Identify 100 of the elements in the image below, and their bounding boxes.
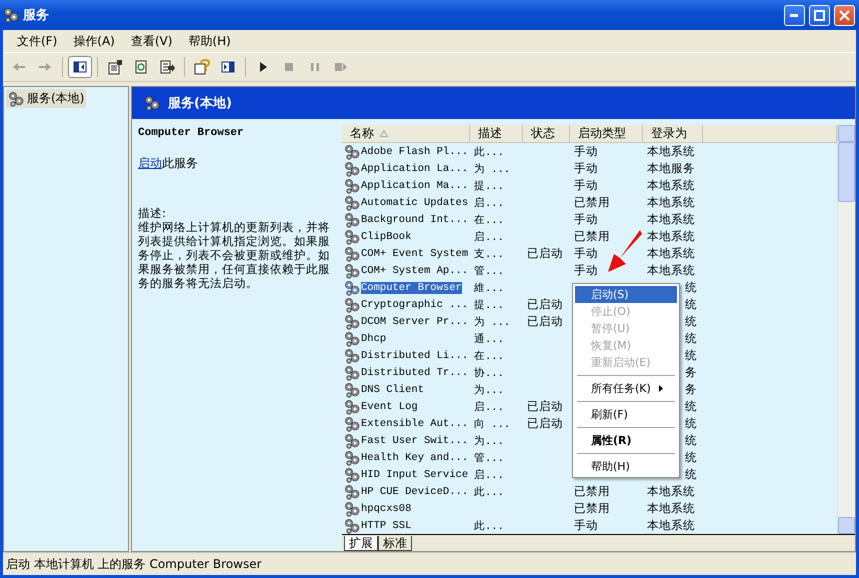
service-title: Computer Browser (138, 127, 245, 139)
service-name[interactable]: HP CUE DeviceD... (361, 486, 468, 498)
status-text: 启动 本地计算机 上的服务 Computer Browser (6, 556, 262, 572)
service-name[interactable]: ClipBook (361, 230, 412, 242)
table-cell-text: 为... (473, 434, 505, 448)
table-cell-text: 本地系统 (646, 195, 696, 210)
table-cell-text: 本地系统 (646, 144, 696, 159)
table-cell-text: 本地系统 (646, 263, 696, 278)
table-cell-text: 手动 (573, 178, 599, 193)
menu-item[interactable]: 文件(F) (9, 30, 66, 52)
service-name[interactable]: Automatic Updates (361, 196, 468, 208)
table-cell-text: 提... (473, 298, 505, 312)
service-name[interactable]: Background Int... (361, 214, 468, 226)
service-name[interactable]: Application La... (361, 162, 468, 174)
service-name[interactable]: Extensible Aut... (361, 418, 468, 430)
menu-item[interactable]: 所有任务(K) (575, 380, 677, 397)
table-cell-text: 此... (473, 485, 505, 498)
column-header[interactable]: 描述 (470, 125, 523, 142)
service-name[interactable]: hpqcxs08 (361, 502, 412, 514)
service-name[interactable]: DNS Client (361, 384, 424, 396)
service-name[interactable]: Distributed Tr... (361, 366, 468, 378)
table-cell-text: 统 (684, 297, 697, 312)
table-cell-text: 本地系统 (646, 501, 696, 516)
service-name[interactable]: Event Log (361, 400, 418, 412)
table-cell-text: 本地系统 (646, 229, 696, 244)
table-cell-text: 协... (473, 366, 505, 380)
table-cell-text: 统 (684, 467, 697, 482)
table-cell-text: 已启动 (526, 297, 564, 312)
table-cell-text: 本地系统 (646, 212, 696, 227)
table-cell-text: 统 (684, 331, 697, 346)
service-name[interactable]: Application Ma... (361, 180, 468, 192)
description-text: 维护网络上计算机的更新列表，并将列表提供给计算机指定浏览。如果服务停止，列表不会被更新或维护。如果服务被禁用，任何直接依赖于此服务的服务将无法启动。 (138, 220, 331, 290)
table-cell-text: 此... (473, 145, 505, 158)
table-cell-text: 手动 (573, 161, 599, 176)
service-name[interactable]: Fast User Swit... (361, 434, 468, 446)
table-cell-text: 已禁用 (573, 195, 611, 210)
service-name[interactable]: DCOM Server Pr... (361, 316, 468, 328)
tree-item[interactable]: 服务(本地) (6, 89, 86, 108)
table-cell-text: 手动 (573, 144, 599, 159)
table-cell-text: 统 (684, 433, 697, 448)
menu-item[interactable]: 帮助(H) (575, 458, 677, 475)
menu-item[interactable]: 启动(S) (575, 286, 677, 303)
table-cell-text: 统 (684, 399, 697, 414)
menu-item[interactable]: 查看(V) (122, 30, 180, 52)
table-cell-text: 維... (473, 282, 505, 294)
table-cell-text: 管... (473, 452, 505, 464)
table-cell-text: 管... (473, 264, 505, 278)
table-cell-text: 启... (473, 400, 505, 414)
table-cell-text: 务 (684, 365, 697, 380)
start-link[interactable]: 启动 (138, 156, 162, 170)
table-cell-text: 统 (684, 416, 697, 431)
table-cell-text: 统 (684, 348, 697, 363)
table-cell-text: 通... (473, 332, 505, 346)
table-cell-text: 为 ... (473, 162, 512, 176)
table-cell-text: 已禁用 (573, 229, 611, 244)
menu-item[interactable]: 帮助(H) (180, 30, 239, 52)
column-header[interactable]: 状态 (523, 125, 570, 142)
table-cell-text: 手动 (573, 518, 599, 533)
table-cell-text: 已禁用 (573, 501, 611, 516)
service-name[interactable]: Health Key and... (361, 452, 468, 464)
table-cell-text: 本地系统 (646, 518, 696, 533)
service-name[interactable]: HID Input Service (361, 468, 468, 480)
table-cell-text: 此... (473, 519, 505, 532)
table-cell-text: 已启动 (526, 314, 564, 329)
table-cell-text: 启... (473, 230, 505, 244)
table-cell-text: 已禁用 (573, 484, 611, 499)
table-cell-text: 为... (473, 383, 505, 396)
window-title: 服务 (23, 7, 50, 24)
menu-item[interactable]: 操作(A) (65, 30, 123, 52)
table-cell-text: 向 ... (473, 418, 512, 430)
table-cell-text: 已启动 (526, 416, 564, 431)
view-tab[interactable]: 标准 (378, 536, 412, 551)
column-header[interactable]: 启动类型 (570, 125, 643, 142)
action-text: 启动此服务 (138, 155, 199, 172)
table-cell-text: 本地系统 (646, 484, 696, 499)
service-name[interactable]: Distributed Li... (361, 350, 468, 362)
table-cell-text: 务 (684, 382, 697, 397)
table-cell-text: 启... (473, 468, 505, 482)
menu-item[interactable]: 属性(R) (575, 432, 677, 449)
column-header[interactable]: 名称 (342, 125, 470, 142)
table-cell-text: 统 (684, 280, 697, 295)
menu-item[interactable]: 刷新(F) (575, 406, 677, 423)
service-name[interactable]: Cryptographic ... (361, 298, 468, 310)
pane-title: 服务(本地) (168, 95, 232, 112)
view-tab[interactable]: 扩展 (344, 536, 378, 551)
service-name[interactable]: Computer Browser (361, 282, 462, 294)
service-name[interactable]: COM+ System Ap... (361, 264, 468, 276)
service-name[interactable]: Adobe Flash Pl... (361, 146, 468, 158)
table-cell-text: 提... (473, 180, 505, 192)
table-cell-text: 已启动 (526, 246, 564, 261)
table-cell-text: 已启动 (526, 399, 564, 414)
service-name[interactable]: Dhcp (361, 332, 386, 344)
service-name[interactable]: HTTP SSL (361, 520, 412, 532)
service-name[interactable]: COM+ Event System (361, 248, 468, 260)
table-cell-text: 手动 (573, 263, 599, 278)
table-cell-text: 在... (473, 350, 505, 362)
table-cell-text: 统 (684, 314, 697, 329)
table-cell-text: 统 (684, 450, 697, 465)
table-cell-text: 为 ... (473, 315, 512, 328)
column-header[interactable]: 登录为 (643, 125, 703, 142)
